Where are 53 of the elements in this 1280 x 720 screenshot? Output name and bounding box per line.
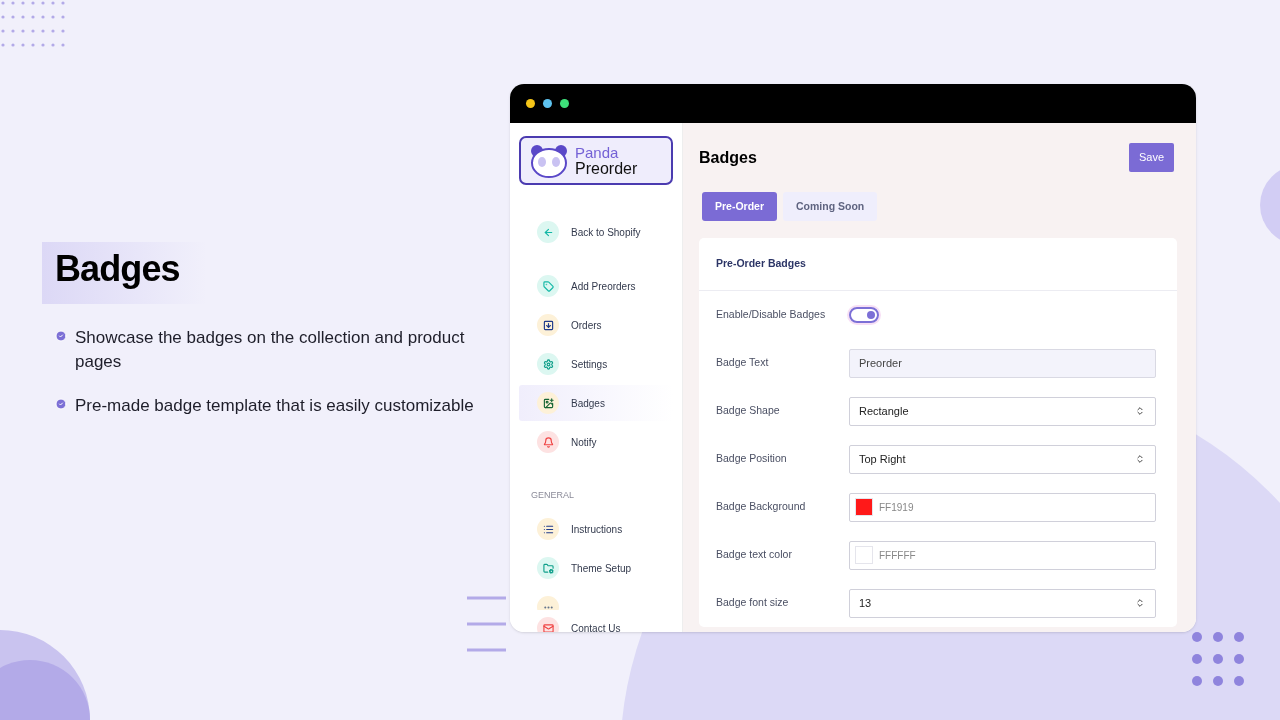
color-swatch[interactable] xyxy=(855,498,873,516)
folder-icon xyxy=(537,557,559,579)
tag-icon xyxy=(537,275,559,297)
sidebar-item[interactable]: Notify xyxy=(519,424,673,460)
sidebar-item[interactable]: Back to Shopify xyxy=(519,214,673,250)
field-label: Badge Position xyxy=(716,451,788,467)
color-field[interactable]: FF1919 xyxy=(849,492,1156,522)
field-label: Badge text color xyxy=(716,547,793,563)
chevron-icon xyxy=(1135,406,1145,416)
dot-pattern xyxy=(1,1,65,47)
dropdown[interactable]: Top Right xyxy=(849,444,1156,474)
logo-text: Panda xyxy=(575,144,620,161)
sidebar-item[interactable]: Instructions xyxy=(519,511,673,547)
input-field[interactable]: Preorder xyxy=(849,348,1156,378)
field-label: Badge font size xyxy=(716,595,790,611)
color-swatch[interactable] xyxy=(855,546,873,564)
sidebar-item[interactable]: Settings xyxy=(519,346,673,382)
bullet-text: Showcase the badges on the collection and product pages xyxy=(75,327,466,373)
dot-pattern xyxy=(1192,632,1244,686)
tab[interactable]: Pre-Order xyxy=(702,192,778,221)
toggle-switch[interactable] xyxy=(849,307,879,323)
field-label: Badge Text xyxy=(716,355,770,371)
sidebar-item[interactable]: Contact Us xyxy=(519,610,673,632)
tab[interactable]: Coming Soon xyxy=(783,192,878,221)
hero-title: Badges xyxy=(55,247,177,291)
section-heading: GENERAL xyxy=(531,490,574,500)
dropdown[interactable]: 13 xyxy=(849,588,1156,618)
arrow-left-icon xyxy=(537,221,559,243)
chevron-icon xyxy=(1135,454,1145,464)
image-icon xyxy=(537,392,559,414)
logo-card[interactable]: Panda Preorder xyxy=(519,136,673,185)
sidebar-item[interactable]: Orders xyxy=(519,307,673,343)
color-field[interactable]: FFFFFF xyxy=(849,540,1156,570)
field-label: Enable/Disable Badges xyxy=(716,307,827,323)
bell-icon xyxy=(537,431,559,453)
settings-icon xyxy=(537,353,559,375)
field-label: Badge Shape xyxy=(716,403,781,419)
panda-logo-icon xyxy=(529,142,569,179)
save-button[interactable]: Save xyxy=(1128,143,1174,172)
check-icon xyxy=(55,398,67,410)
logo-text: Preorder xyxy=(575,160,638,177)
page-title: Badges xyxy=(699,147,757,168)
download-icon xyxy=(537,314,559,336)
sidebar-item[interactable]: Theme Setup xyxy=(519,550,673,586)
card-title: Pre-Order Badges xyxy=(716,256,806,272)
decor-lines xyxy=(467,596,506,652)
chevron-icon xyxy=(1135,598,1145,608)
check-icon xyxy=(55,330,67,342)
sidebar-item[interactable]: Add Preorders xyxy=(519,268,673,304)
field-label: Badge Background xyxy=(716,499,807,515)
bullet-text: Pre-made badge template that is easily customizable xyxy=(75,395,475,417)
list-icon xyxy=(537,518,559,540)
dropdown[interactable]: Rectangle xyxy=(849,396,1156,426)
